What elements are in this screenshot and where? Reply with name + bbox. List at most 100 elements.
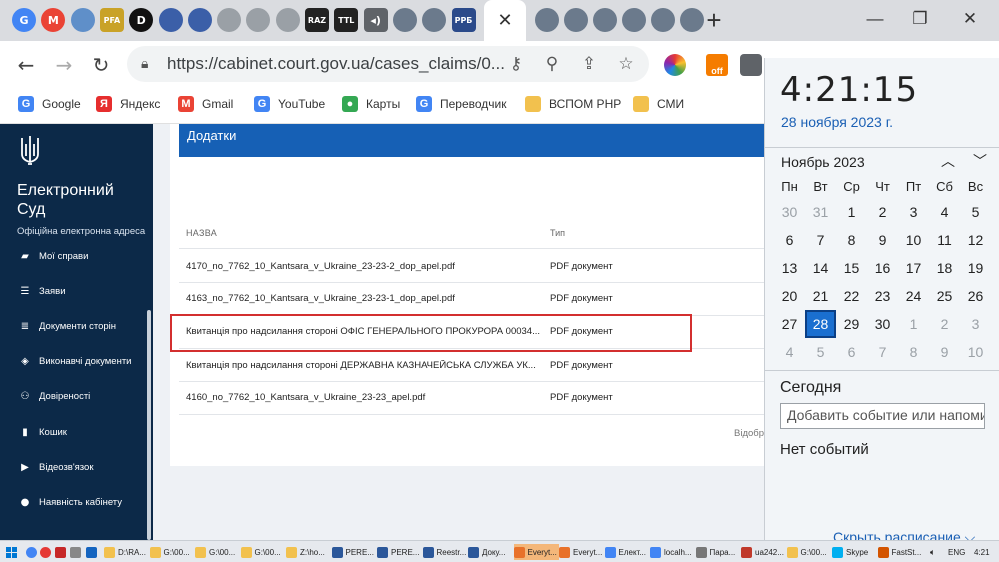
active-tab[interactable]: ✕ bbox=[484, 0, 526, 41]
close-tab-icon[interactable]: ✕ bbox=[497, 10, 512, 31]
windows-start-icon[interactable] bbox=[6, 544, 17, 560]
bookmark-сми[interactable]: СМИ bbox=[633, 96, 684, 112]
url-text[interactable]: https://cabinet.court.gov.ua/cases_claim… bbox=[167, 54, 505, 74]
calendar-day[interactable]: 3 bbox=[960, 310, 991, 338]
calendar-day[interactable]: 10 bbox=[960, 338, 991, 366]
calendar-day[interactable]: 31 bbox=[805, 198, 836, 226]
taskbar-item[interactable]: PERE... bbox=[331, 544, 374, 560]
language-indicator[interactable]: ENG bbox=[948, 544, 965, 560]
globe-icon[interactable] bbox=[593, 8, 617, 32]
bookmark-star-icon[interactable]: ☆ bbox=[614, 52, 638, 76]
attachment-name[interactable]: 4163_no_7762_10_Kantsara_v_Ukraine_23-23… bbox=[186, 293, 546, 304]
volume-icon[interactable]: 🔈︎ bbox=[930, 544, 935, 560]
calendar-day[interactable]: 25 bbox=[929, 282, 960, 310]
add-event-input[interactable]: Добавить событие или напоминание bbox=[780, 403, 985, 429]
forward-arrow-icon[interactable]: → bbox=[48, 49, 80, 81]
app-pinned-icon[interactable] bbox=[70, 544, 84, 560]
restore-icon[interactable]: ❐ bbox=[905, 6, 935, 32]
bookmark-яндекс[interactable]: Я Яндекс bbox=[96, 96, 160, 112]
globe-icon[interactable] bbox=[651, 8, 675, 32]
bookmark-вспом-рнр[interactable]: ВСПОМ РНР bbox=[525, 96, 621, 112]
taskbar-item[interactable]: localh... bbox=[650, 544, 692, 560]
address-bar[interactable]: 🔒︎ https://cabinet.court.gov.ua/cases_cl… bbox=[127, 46, 649, 82]
calendar-month-label[interactable]: Ноябрь 2023 bbox=[781, 154, 865, 170]
taskbar-item[interactable]: G:\00... bbox=[149, 544, 190, 560]
sidebar-item-7[interactable]: ▶ Відеозв'язок bbox=[19, 461, 93, 473]
calendar-day[interactable]: 22 bbox=[836, 282, 867, 310]
calendar-day[interactable]: 20 bbox=[774, 282, 805, 310]
calendar-day[interactable]: 3 bbox=[898, 198, 929, 226]
globe-icon[interactable] bbox=[422, 8, 447, 32]
chrome-pinned-icon[interactable] bbox=[26, 544, 40, 560]
off-extension-icon[interactable]: off bbox=[706, 54, 728, 76]
calendar-day[interactable]: 2 bbox=[929, 310, 960, 338]
sidebar-item-4[interactable]: ◈ Виконавчі документи bbox=[19, 356, 131, 368]
attachment-name[interactable]: 4160_no_7762_10_Kantsara_v_Ukraine_23-23… bbox=[186, 392, 546, 403]
taskbar-item[interactable]: D:\RA... bbox=[104, 544, 146, 560]
calendar-day[interactable]: 1 bbox=[898, 310, 929, 338]
calendar-day[interactable]: 27 bbox=[774, 310, 805, 338]
browser-pinned-icon[interactable] bbox=[40, 544, 54, 560]
shield-extension-icon[interactable] bbox=[740, 54, 762, 76]
key-icon[interactable]: ⚷ bbox=[504, 52, 528, 76]
sidebar-item-2[interactable]: ☰ Заяви bbox=[19, 285, 66, 297]
reload-icon[interactable]: ↻ bbox=[85, 49, 117, 81]
app-pinned-icon[interactable] bbox=[86, 544, 100, 560]
bookmark-youtube[interactable]: G YouTube bbox=[254, 96, 325, 112]
taskbar-item[interactable]: ua242... bbox=[741, 544, 784, 560]
taskbar-item[interactable]: Пара... bbox=[695, 544, 735, 560]
taskbar-item[interactable]: Everyt... bbox=[559, 544, 602, 560]
attachment-name[interactable]: Квитанція про надсилання стороні ДЕРЖАВН… bbox=[186, 360, 546, 371]
calendar-day[interactable]: 9 bbox=[867, 226, 898, 254]
calendar-day[interactable]: 6 bbox=[774, 226, 805, 254]
taskbar-item[interactable]: Skype bbox=[832, 544, 868, 560]
emblem-icon[interactable] bbox=[187, 8, 212, 32]
zoom-icon[interactable]: ⚲ bbox=[540, 52, 564, 76]
bookmark-переводчик[interactable]: G Переводчик bbox=[416, 96, 507, 112]
calendar-day[interactable]: 30 bbox=[867, 310, 898, 338]
taskbar-item[interactable]: G:\00... bbox=[195, 544, 235, 560]
calendar-day[interactable]: 11 bbox=[929, 226, 960, 254]
clock-date[interactable]: 28 ноября 2023 г. bbox=[781, 114, 893, 130]
taskbar-item[interactable]: Everyt... bbox=[513, 544, 559, 560]
new-tab-button[interactable]: + bbox=[700, 5, 728, 35]
calendar-day[interactable]: 16 bbox=[867, 254, 898, 282]
calendar-day[interactable]: 8 bbox=[898, 338, 929, 366]
chevron-up-icon[interactable]: ︿ bbox=[937, 150, 959, 172]
calendar-day[interactable]: 10 bbox=[898, 226, 929, 254]
calendar-day[interactable]: 9 bbox=[929, 338, 960, 366]
ppb-icon[interactable]: PPБ bbox=[451, 8, 476, 32]
taskbar-item[interactable]: Доку... bbox=[468, 544, 505, 560]
globe-icon[interactable] bbox=[564, 8, 588, 32]
taskbar-clock[interactable]: 4:21 bbox=[974, 544, 990, 560]
calendar-day[interactable]: 5 bbox=[960, 198, 991, 226]
d-icon[interactable]: D bbox=[129, 8, 154, 32]
google-g-icon[interactable]: G bbox=[12, 8, 36, 32]
calendar-day[interactable]: 8 bbox=[836, 226, 867, 254]
globe-icon[interactable] bbox=[392, 8, 417, 32]
calendar-day[interactable]: 30 bbox=[774, 198, 805, 226]
calendar-day[interactable]: 21 bbox=[805, 282, 836, 310]
taskbar-item[interactable]: G:\00... bbox=[240, 544, 281, 560]
emblem-icon[interactable] bbox=[158, 8, 183, 32]
calendar-day[interactable]: 4 bbox=[774, 338, 805, 366]
calendar-day[interactable]: 4 bbox=[929, 198, 960, 226]
gmail-icon[interactable]: M bbox=[41, 8, 66, 32]
calendar-day[interactable]: 17 bbox=[898, 254, 929, 282]
taskbar-item[interactable]: FastSt... bbox=[877, 544, 921, 560]
taskbar-item[interactable]: Елект... bbox=[604, 544, 646, 560]
calendar-day[interactable]: 26 bbox=[960, 282, 991, 310]
calendar-day[interactable]: 5 bbox=[805, 338, 836, 366]
taskbar-item[interactable]: PERE... bbox=[377, 544, 419, 560]
calendar-day[interactable]: 2 bbox=[867, 198, 898, 226]
calendar-day[interactable]: 28 bbox=[805, 310, 836, 338]
calendar-day[interactable]: 14 bbox=[805, 254, 836, 282]
sidebar-item-1[interactable]: ▰ Мої справи bbox=[19, 250, 88, 262]
color-extension-icon[interactable] bbox=[664, 54, 686, 76]
calendar-day[interactable]: 29 bbox=[836, 310, 867, 338]
back-arrow-icon[interactable]: ← bbox=[10, 49, 42, 81]
close-window-icon[interactable]: ✕ bbox=[955, 6, 985, 32]
globe-icon[interactable] bbox=[535, 8, 559, 32]
calendar-day[interactable]: 1 bbox=[836, 198, 867, 226]
calendar-day[interactable]: 12 bbox=[960, 226, 991, 254]
